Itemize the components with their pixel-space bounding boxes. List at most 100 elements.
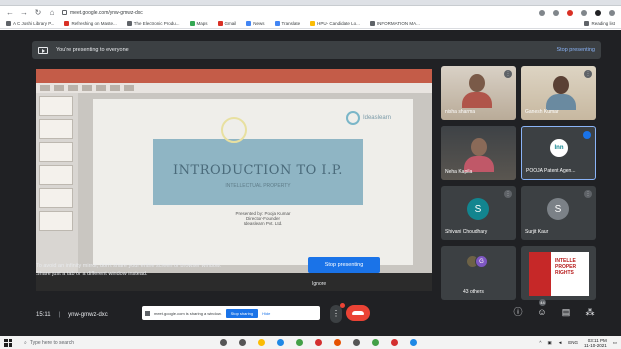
- slide-thumbnail: [39, 96, 73, 116]
- participant-name: Neha Kapila: [445, 169, 473, 175]
- clock-date: 11-10-2021: [584, 342, 607, 348]
- menu-dots-icon[interactable]: [609, 9, 615, 16]
- others-tile[interactable]: G 43 others: [441, 246, 516, 300]
- brand-logo: Ideaslearn: [345, 111, 391, 125]
- others-avatars: G: [466, 255, 488, 268]
- slide-title: INTRODUCTION TO I.P.: [173, 163, 343, 178]
- presenter-line: Ideaslearn Pvt. Ltd.: [243, 221, 283, 226]
- cortana-icon[interactable]: [220, 339, 227, 346]
- avatar: S: [467, 198, 489, 220]
- star-icon[interactable]: [553, 9, 559, 16]
- edge-icon[interactable]: [277, 339, 284, 346]
- meeting-code[interactable]: ynw-gmwz-dxc: [68, 312, 108, 318]
- slide-subtitle: INTELLECTUAL PROPERTY: [225, 183, 291, 189]
- hide-button[interactable]: Hide: [262, 311, 270, 316]
- taskbar-search[interactable]: ⌕ Type here to search: [24, 340, 134, 346]
- news-icon: [246, 21, 252, 26]
- poster-red-band: [529, 252, 551, 296]
- back-icon[interactable]: ←: [6, 8, 14, 17]
- bookmark-favicon-icon: [310, 21, 316, 26]
- bookmark-item[interactable]: The Electronic Produ...: [126, 21, 180, 26]
- mic-off-icon: ⋮: [584, 190, 592, 198]
- app-icon[interactable]: [334, 339, 341, 346]
- settings-icon[interactable]: [353, 339, 360, 346]
- meeting-details: 15:11 | ynw-gmwz-dxc: [36, 312, 108, 318]
- taskbar-apps: [220, 339, 417, 346]
- reading-list[interactable]: Reading list: [584, 21, 615, 26]
- network-icon[interactable]: ▣: [548, 340, 552, 346]
- others-count: 43 others: [463, 289, 484, 295]
- bookmark-item[interactable]: HPU- Candidate Lo...: [310, 21, 360, 26]
- app-icon[interactable]: [410, 339, 417, 346]
- participant-tile[interactable]: ⋮ Ganesh Kumar: [521, 66, 596, 120]
- stop-presenting-link[interactable]: Stop presenting: [556, 47, 595, 53]
- bookmark-item[interactable]: Gmail: [217, 21, 236, 26]
- participant-tile[interactable]: Inn POOJA Patent Agen...: [521, 126, 596, 180]
- home-icon[interactable]: ⌂: [48, 8, 56, 17]
- chrome-icon[interactable]: [296, 339, 303, 346]
- bookmark-favicon-icon: [6, 21, 11, 26]
- slide-thumbnail: [39, 188, 73, 208]
- poster-text: INTELLE PROPER RIGHTS: [555, 258, 576, 276]
- extension-icons: [539, 9, 615, 16]
- bookmark-item[interactable]: News: [246, 21, 265, 26]
- app-icon[interactable]: [372, 339, 379, 346]
- bookmark-item[interactable]: Refreshing on Maste...: [64, 21, 117, 26]
- present-screen-icon: [38, 46, 48, 54]
- reload-icon[interactable]: ↻: [34, 8, 42, 17]
- volume-icon[interactable]: ◄: [558, 340, 562, 345]
- participant-tile[interactable]: S ⋮ Shivani Choudhary: [441, 186, 516, 240]
- speaking-indicator-icon: [583, 131, 591, 139]
- gmail-icon: [217, 21, 223, 26]
- stop-presenting-button[interactable]: Stop presenting: [308, 257, 380, 273]
- brand-text: Ideaslearn: [362, 115, 391, 121]
- ribbon-button: [124, 85, 134, 91]
- poster-line: RIGHTS: [555, 270, 574, 276]
- windows-start-icon[interactable]: [4, 338, 12, 347]
- end-call-button[interactable]: [346, 305, 370, 321]
- more-options-button[interactable]: ⋮: [330, 305, 342, 323]
- chevron-up-icon[interactable]: ^: [539, 340, 541, 345]
- ribbon-button: [82, 85, 92, 91]
- participant-tile[interactable]: ⋮ nisha sharma: [441, 66, 516, 120]
- profile-icon[interactable]: [595, 9, 601, 16]
- participant-head: [471, 138, 487, 156]
- task-view-icon[interactable]: [239, 339, 246, 346]
- stop-sharing-button[interactable]: Stop sharing: [225, 308, 259, 318]
- people-icon[interactable]: ☺ 44: [536, 299, 548, 318]
- activities-icon[interactable]: ⁂: [584, 306, 596, 318]
- forward-icon[interactable]: →: [20, 8, 28, 17]
- participant-tile[interactable]: S ⋮ Surjit Kaur: [521, 186, 596, 240]
- app-icon[interactable]: [391, 339, 398, 346]
- ribbon-button: [40, 85, 50, 91]
- bookmark-item[interactable]: A C Joshi Library P...: [6, 21, 54, 26]
- translate-icon: [274, 21, 280, 26]
- notifications-icon[interactable]: ▭: [613, 340, 617, 346]
- puzzle-icon[interactable]: [581, 9, 587, 16]
- extension-icon[interactable]: [567, 9, 573, 16]
- participant-tile[interactable]: Neha Kapila: [441, 126, 516, 180]
- bookmark-item[interactable]: INFORMATION MA...: [369, 21, 420, 26]
- camera-icon[interactable]: [539, 9, 545, 16]
- clock[interactable]: 03:11 PM 11-10-2021: [584, 338, 607, 348]
- ignore-button[interactable]: Ignore: [312, 281, 326, 287]
- participant-name: Shivani Choudhary: [445, 229, 488, 235]
- participant-name: Surjit Kaur: [525, 229, 549, 235]
- bookmark-favicon-icon: [64, 21, 70, 26]
- slide-thumbnail: [39, 119, 73, 139]
- presenting-text: You're presenting to everyone: [56, 47, 129, 53]
- bookmark-item[interactable]: Translate: [274, 21, 300, 26]
- language-indicator[interactable]: ENG: [568, 340, 578, 345]
- app-icon[interactable]: [315, 339, 322, 346]
- phone-hangup-icon: [352, 311, 364, 315]
- url-field[interactable]: meet.google.com/ynw-gmwz-dxc: [62, 8, 533, 18]
- participant-name: nisha sharma: [445, 109, 476, 115]
- clock-time: 03:11 PM: [587, 337, 607, 343]
- chat-icon[interactable]: ▤: [560, 306, 572, 318]
- file-explorer-icon[interactable]: [258, 339, 265, 346]
- presenting-banner: You're presenting to everyone Stop prese…: [32, 41, 601, 59]
- participant-tile[interactable]: INTELLE PROPER RIGHTS: [521, 246, 596, 300]
- participant-head: [469, 74, 485, 92]
- info-icon[interactable]: ⓘ: [512, 306, 524, 318]
- bookmark-item[interactable]: Maps: [189, 21, 208, 26]
